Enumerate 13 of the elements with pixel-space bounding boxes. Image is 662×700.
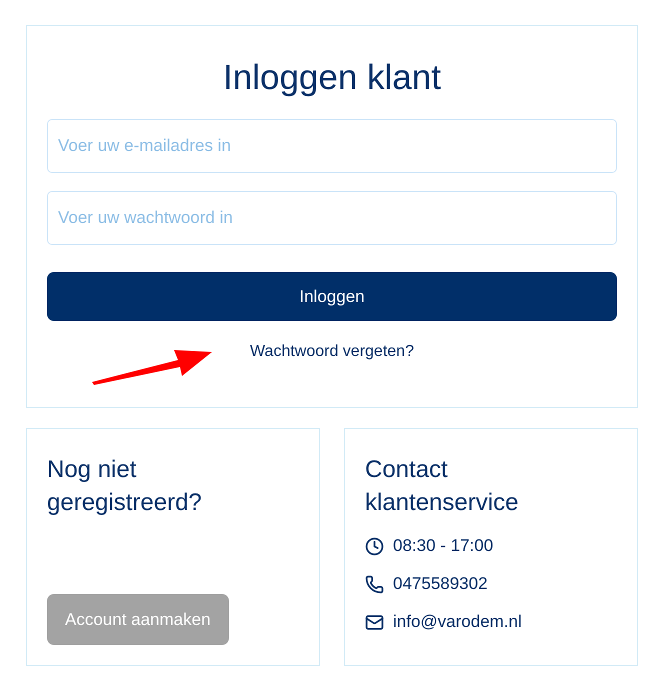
register-title: Nog niet geregistreerd?: [47, 455, 203, 518]
login-button[interactable]: Inloggen: [47, 272, 617, 321]
mail-icon: [365, 612, 384, 632]
contact-info: info@varodem.nl: [393, 611, 522, 633]
contact-info: 0475589302: [393, 573, 488, 595]
clock-icon: [365, 536, 384, 556]
login-title: Inloggen klant: [222, 57, 442, 99]
forgot-password-link[interactable]: Wachtwoord vergeten?: [250, 340, 414, 364]
email-field[interactable]: Voer uw e-mailadres in: [47, 119, 617, 173]
contact-title: Contact klantenservice: [365, 455, 520, 518]
password-field[interactable]: Voer uw wachtwoord in: [47, 191, 617, 245]
contact-info: 08:30 - 17:00: [393, 535, 494, 557]
phone-icon: [365, 574, 384, 594]
